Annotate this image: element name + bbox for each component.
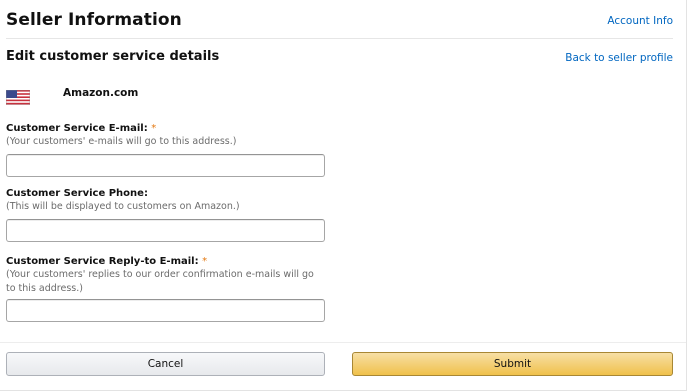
page-header: Seller Information Account Info bbox=[6, 10, 673, 38]
marketplace-name: Amazon.com bbox=[63, 87, 139, 99]
reply-to-label-text: Customer Service Reply-to E-mail: bbox=[6, 256, 199, 267]
section-header: Edit customer service details Back to se… bbox=[6, 49, 673, 69]
required-mark: * bbox=[151, 123, 157, 134]
required-mark: * bbox=[202, 256, 208, 267]
submit-button[interactable]: Submit bbox=[352, 352, 673, 376]
customer-service-reply-to-input[interactable] bbox=[6, 299, 325, 322]
email-label: Customer Service E-mail: * bbox=[6, 122, 326, 135]
phone-label: Customer Service Phone: bbox=[6, 188, 148, 199]
customer-service-email-group: Customer Service E-mail: * (Your custome… bbox=[6, 122, 326, 177]
reply-to-help: (Your customers' replies to our order co… bbox=[6, 269, 314, 294]
page-title: Seller Information bbox=[6, 10, 182, 30]
email-label-text: Customer Service E-mail: bbox=[6, 123, 148, 134]
marketplace-row: Amazon.com bbox=[6, 86, 673, 106]
us-flag-icon bbox=[6, 90, 30, 105]
footer-divider bbox=[0, 342, 686, 343]
customer-service-phone-group: Customer Service Phone: (This will be di… bbox=[6, 187, 326, 242]
customer-service-email-input[interactable] bbox=[6, 154, 325, 177]
customer-service-phone-input[interactable] bbox=[6, 219, 325, 242]
phone-help: (This will be displayed to customers on … bbox=[6, 201, 240, 212]
cancel-button[interactable]: Cancel bbox=[6, 352, 325, 376]
account-info-link[interactable]: Account Info bbox=[607, 15, 673, 27]
header-divider bbox=[6, 38, 673, 39]
email-help: (Your customers' e-mails will go to this… bbox=[6, 136, 237, 147]
back-to-seller-profile-link[interactable]: Back to seller profile bbox=[565, 52, 673, 64]
customer-service-reply-to-group: Customer Service Reply-to E-mail: * (You… bbox=[6, 255, 326, 322]
reply-to-label: Customer Service Reply-to E-mail: * bbox=[6, 255, 326, 268]
section-title: Edit customer service details bbox=[6, 49, 220, 64]
